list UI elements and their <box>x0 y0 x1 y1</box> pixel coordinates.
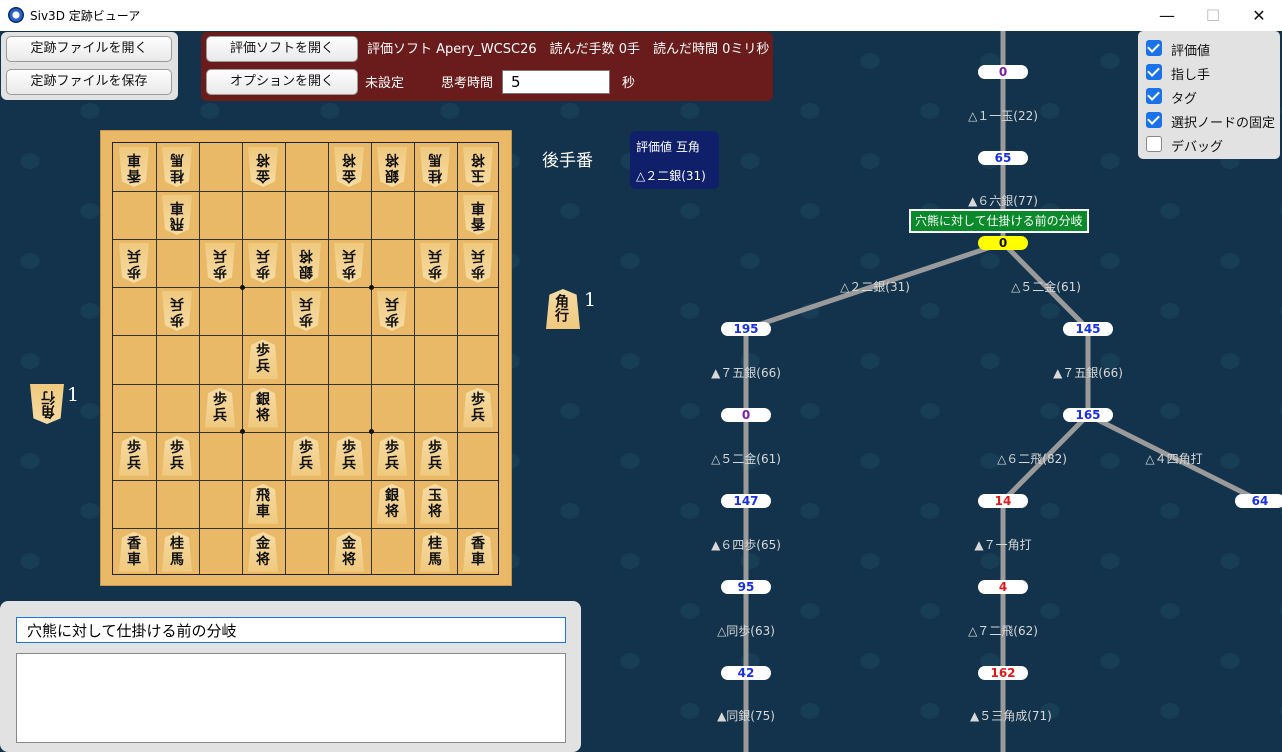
tree-move-label: ▲７一角打 <box>974 538 1032 552</box>
joseki-tree <box>743 31 1262 752</box>
tree-node[interactable]: 4 <box>978 580 1028 594</box>
tree-move-label: ▲６四歩(65) <box>711 538 781 552</box>
tree-move-label: △２二銀(31) <box>840 280 910 294</box>
title-bar: Siv3D 定跡ビューア — ☐ ✕ <box>0 0 1282 32</box>
tree-node[interactable]: 0 <box>721 408 771 422</box>
tree-node[interactable]: 162 <box>978 666 1028 680</box>
tree-move-label: ▲７五銀(66) <box>711 366 781 380</box>
close-button[interactable]: ✕ <box>1236 0 1282 31</box>
tree-node[interactable]: 14 <box>978 494 1028 508</box>
maximize-button[interactable]: ☐ <box>1190 0 1236 31</box>
tree-move-label: ▲同銀(75) <box>717 709 775 723</box>
tree-node[interactable]: 165 <box>1063 408 1113 422</box>
tree-node[interactable]: 64 <box>1235 494 1282 508</box>
display-options-panel: 評価値指し手タグ選択ノードの固定 デバッグ <box>1138 31 1280 159</box>
tree-move-label: ▲７五銀(66) <box>1053 366 1123 380</box>
checkbox-label: 選択ノードの固定 <box>1171 116 1276 131</box>
tree-move-label: ▲６六銀(77) <box>968 194 1038 208</box>
tree-move-label: △５二金(61) <box>711 452 781 466</box>
checkbox[interactable] <box>1146 112 1162 128</box>
checkbox-label: 評価値 <box>1171 44 1211 59</box>
tree-node[interactable]: 95 <box>721 580 771 594</box>
checkbox-label: タグ <box>1171 92 1198 107</box>
tree-node[interactable]: 42 <box>721 666 771 680</box>
tree-node[interactable]: 0 <box>978 236 1028 250</box>
tree-node[interactable]: 65 <box>978 151 1028 165</box>
checkbox-label: デバッグ <box>1171 140 1224 155</box>
tree-move-label: △１一玉(22) <box>968 109 1038 123</box>
tree-node[interactable]: 147 <box>721 494 771 508</box>
checkbox[interactable] <box>1146 64 1162 80</box>
checkbox[interactable] <box>1146 136 1162 152</box>
app-icon <box>8 7 24 23</box>
tree-tag-label: 穴熊に対して仕掛ける前の分岐 <box>909 209 1089 233</box>
window-title: Siv3D 定跡ビューア <box>30 9 141 23</box>
tree-move-label: △４四角打 <box>1145 452 1203 466</box>
checkbox[interactable] <box>1146 40 1162 56</box>
checkbox[interactable] <box>1146 88 1162 104</box>
minimize-button[interactable]: — <box>1144 0 1190 31</box>
tree-move-label: △６二飛(82) <box>997 452 1067 466</box>
tree-move-label: ▲５三角成(71) <box>970 709 1052 723</box>
tree-move-label: △５二金(61) <box>1011 280 1081 294</box>
checkbox-label: 指し手 <box>1171 68 1211 83</box>
main-area: 定跡ファイルを開く 定跡ファイルを保存 評価ソフトを開く オプションを開く 評価… <box>0 31 1282 752</box>
tree-move-label: △同歩(63) <box>717 624 775 638</box>
tree-move-label: △７二飛(62) <box>968 624 1038 638</box>
tree-node[interactable]: 145 <box>1063 322 1113 336</box>
tree-node[interactable]: 195 <box>721 322 771 336</box>
tree-node[interactable]: 0 <box>978 65 1028 79</box>
